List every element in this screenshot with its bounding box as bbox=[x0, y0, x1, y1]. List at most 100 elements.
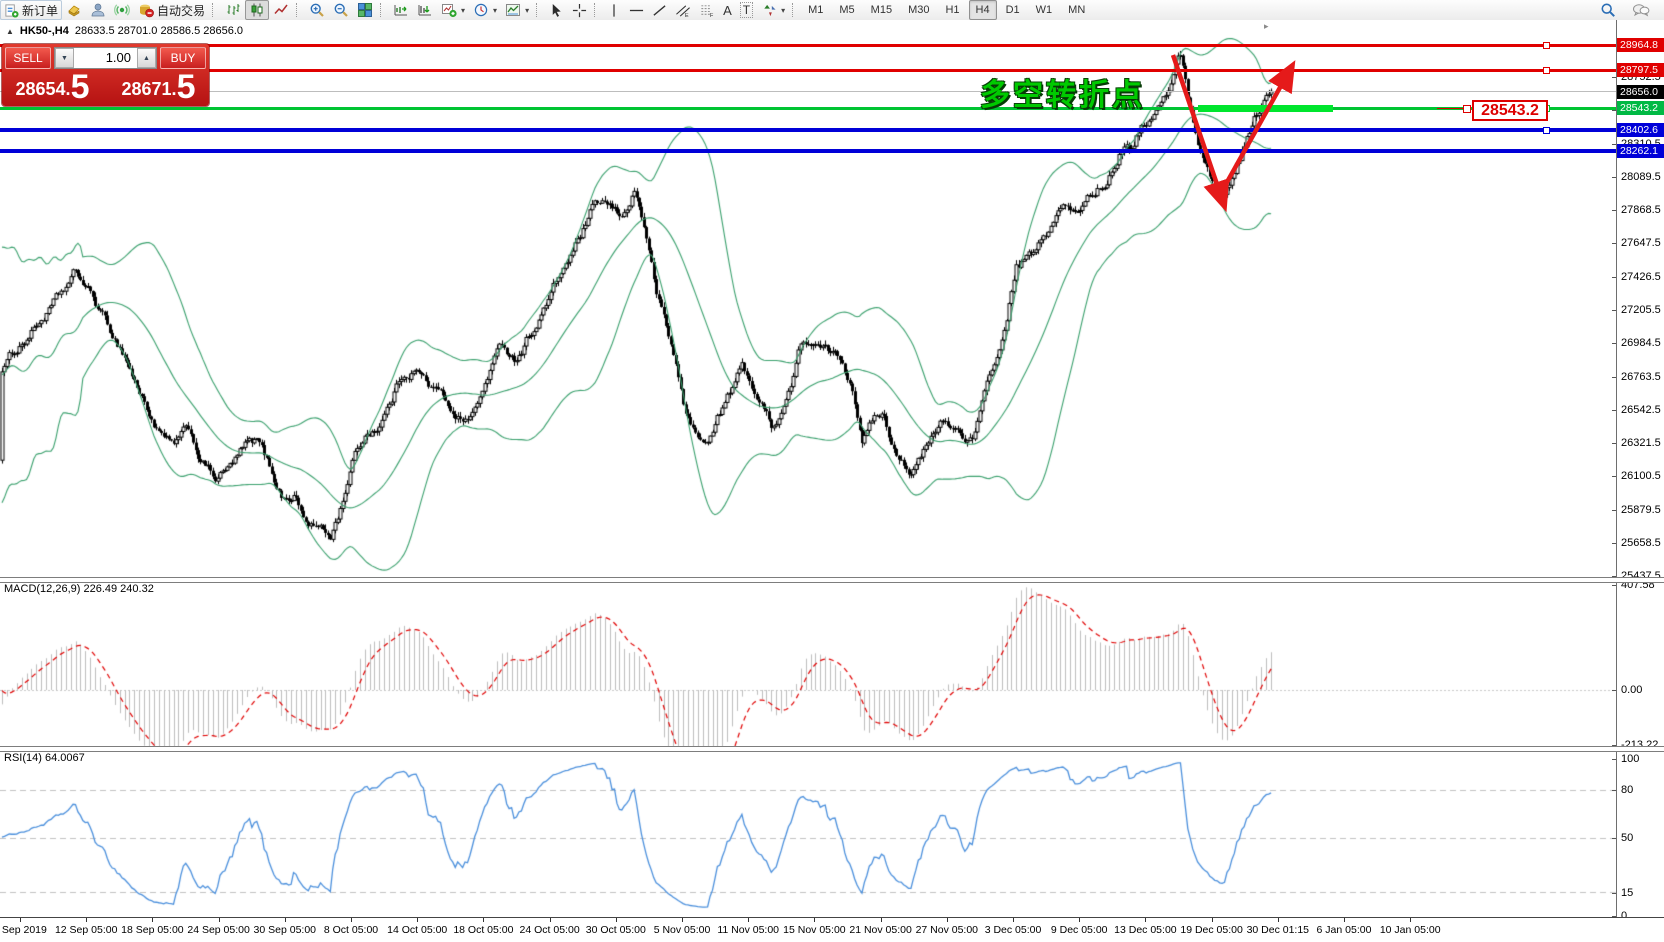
label-button[interactable]: T bbox=[736, 0, 757, 20]
indicators-icon bbox=[441, 2, 457, 18]
time-axis-label: 18 Sep 05:00 bbox=[121, 924, 183, 936]
zoom-out-button[interactable] bbox=[329, 0, 353, 20]
line-chart-button[interactable] bbox=[269, 0, 293, 20]
chart-window: 28964.828797.528656.028543.228402.628262… bbox=[0, 20, 1664, 942]
auto-scroll-icon bbox=[393, 2, 409, 18]
indicators-button[interactable]: ▾ bbox=[437, 0, 469, 20]
panel-separator[interactable] bbox=[0, 577, 1664, 583]
price-tick-label: 26321.5 bbox=[1621, 437, 1661, 449]
toolbar-separator bbox=[212, 3, 218, 17]
arrows-button[interactable]: ▾ bbox=[757, 0, 789, 20]
sell-arrow[interactable] bbox=[1173, 55, 1221, 196]
time-axis-tick bbox=[814, 918, 815, 922]
price-level-label: 28543.2 bbox=[1617, 101, 1664, 115]
cursor-button[interactable] bbox=[545, 0, 568, 20]
timeframe-button-d1[interactable]: D1 bbox=[999, 0, 1027, 20]
timeframe-button-h4[interactable]: H4 bbox=[969, 0, 997, 20]
price-tick-label: 27647.5 bbox=[1621, 237, 1661, 249]
terminal-button[interactable] bbox=[86, 0, 110, 20]
timeframe-button-mn[interactable]: MN bbox=[1061, 0, 1092, 20]
fibonacci-button[interactable]: F bbox=[695, 0, 719, 20]
price-tick-label: 28089.5 bbox=[1621, 171, 1661, 183]
chat-button[interactable] bbox=[1628, 0, 1654, 20]
timeframe-button-m5[interactable]: M5 bbox=[832, 0, 861, 20]
channel-icon: E bbox=[675, 3, 691, 18]
rsi-axis-label: 50 bbox=[1621, 832, 1633, 844]
rsi-axis-label: 100 bbox=[1621, 753, 1639, 765]
time-axis-label: 15 Nov 05:00 bbox=[783, 924, 845, 936]
autotrading-button[interactable]: 自动交易 bbox=[134, 0, 209, 20]
panel-separator[interactable] bbox=[0, 746, 1664, 752]
timeframe-button-h1[interactable]: H1 bbox=[938, 0, 966, 20]
time-axis-label: 24 Sep 05:00 bbox=[187, 924, 249, 936]
timeframe-button-m30[interactable]: M30 bbox=[901, 0, 936, 20]
vertical-line-button[interactable] bbox=[603, 0, 625, 20]
time-axis-tick bbox=[748, 918, 749, 922]
timeframe-button-w1[interactable]: W1 bbox=[1029, 0, 1060, 20]
time-axis-tick bbox=[947, 918, 948, 922]
dropdown-caret-icon: ▾ bbox=[493, 6, 497, 15]
bar-chart-button[interactable] bbox=[221, 0, 245, 20]
channel-button[interactable]: E bbox=[671, 0, 695, 20]
rsi-axis-tick bbox=[1612, 759, 1616, 760]
horizontal-line-button[interactable] bbox=[625, 0, 648, 20]
dropdown-caret-icon: ▾ bbox=[525, 6, 529, 15]
trendline-button[interactable] bbox=[648, 0, 671, 20]
buy-arrow[interactable] bbox=[1217, 75, 1287, 200]
chart-shift-icon bbox=[417, 2, 433, 18]
toolbar-separator bbox=[536, 3, 542, 17]
time-axis-tick bbox=[1278, 918, 1279, 922]
auto-scroll-button[interactable] bbox=[389, 0, 413, 20]
periods-button[interactable]: ▾ bbox=[469, 0, 501, 20]
new-order-button[interactable]: 新订单 bbox=[0, 0, 62, 20]
level-anchor-point[interactable] bbox=[1543, 42, 1550, 49]
time-axis-tick bbox=[351, 918, 352, 922]
sell-button[interactable]: SELL bbox=[5, 47, 51, 69]
zoom-in-button[interactable] bbox=[305, 0, 329, 20]
price-tick-label: 26100.5 bbox=[1621, 470, 1661, 482]
callout-anchor-point[interactable] bbox=[1463, 105, 1471, 113]
new-order-label: 新订单 bbox=[22, 2, 58, 19]
timeframe-group: M1M5M15M30H1H4D1W1MN bbox=[801, 0, 1092, 20]
price-tick-label: 25658.5 bbox=[1621, 537, 1661, 549]
sell-price-pip: 5 bbox=[71, 70, 90, 104]
market-watch-button[interactable] bbox=[62, 0, 86, 20]
time-axis-label: 18 Oct 05:00 bbox=[453, 924, 513, 936]
collapse-panel-icon[interactable]: ▲ bbox=[6, 27, 14, 36]
text-button[interactable]: A bbox=[719, 0, 736, 20]
autotrading-icon bbox=[138, 2, 154, 18]
time-axis[interactable]: 6 Sep 201912 Sep 05:0018 Sep 05:0024 Sep… bbox=[0, 917, 1664, 942]
templates-button[interactable]: ▾ bbox=[501, 0, 533, 20]
search-button[interactable] bbox=[1596, 0, 1620, 20]
text-tool-icon: A bbox=[723, 3, 732, 18]
price-level-label: 28964.8 bbox=[1617, 38, 1664, 52]
macd-axis-tick bbox=[1612, 585, 1616, 586]
crosshair-button[interactable] bbox=[568, 0, 591, 20]
time-axis-label: 24 Oct 05:00 bbox=[520, 924, 580, 936]
time-axis-label: 8 Oct 05:00 bbox=[324, 924, 378, 936]
toolbar-separator bbox=[380, 3, 386, 17]
chart-shift-button[interactable] bbox=[413, 0, 437, 20]
buy-price[interactable]: 28671.5 bbox=[108, 70, 209, 106]
time-axis-tick bbox=[20, 918, 21, 922]
price-tick-label: 27426.5 bbox=[1621, 271, 1661, 283]
level-anchor-point[interactable] bbox=[1543, 127, 1550, 134]
timeframe-button-m15[interactable]: M15 bbox=[864, 0, 899, 20]
time-axis-tick bbox=[152, 918, 153, 922]
time-axis-label: 30 Oct 05:00 bbox=[586, 924, 646, 936]
signal-button[interactable] bbox=[110, 0, 134, 20]
volume-increase-button[interactable]: ▲ bbox=[137, 48, 156, 68]
time-axis-label: 6 Jan 05:00 bbox=[1317, 924, 1372, 936]
buy-button[interactable]: BUY bbox=[160, 47, 206, 69]
volume-input[interactable]: 1.00 bbox=[74, 48, 137, 68]
price-callout-box[interactable]: 28543.2 bbox=[1472, 100, 1548, 121]
level-anchor-point[interactable] bbox=[1543, 67, 1550, 74]
tile-windows-button[interactable] bbox=[353, 0, 377, 20]
timeframe-button-m1[interactable]: M1 bbox=[801, 0, 830, 20]
time-axis-label: 9 Dec 05:00 bbox=[1051, 924, 1108, 936]
rsi-axis-tick bbox=[1612, 838, 1616, 839]
sell-price[interactable]: 28654.5 bbox=[2, 70, 103, 106]
time-axis-tick bbox=[1410, 918, 1411, 922]
volume-decrease-button[interactable]: ▼ bbox=[55, 48, 74, 68]
candlestick-chart-button[interactable] bbox=[245, 0, 269, 20]
